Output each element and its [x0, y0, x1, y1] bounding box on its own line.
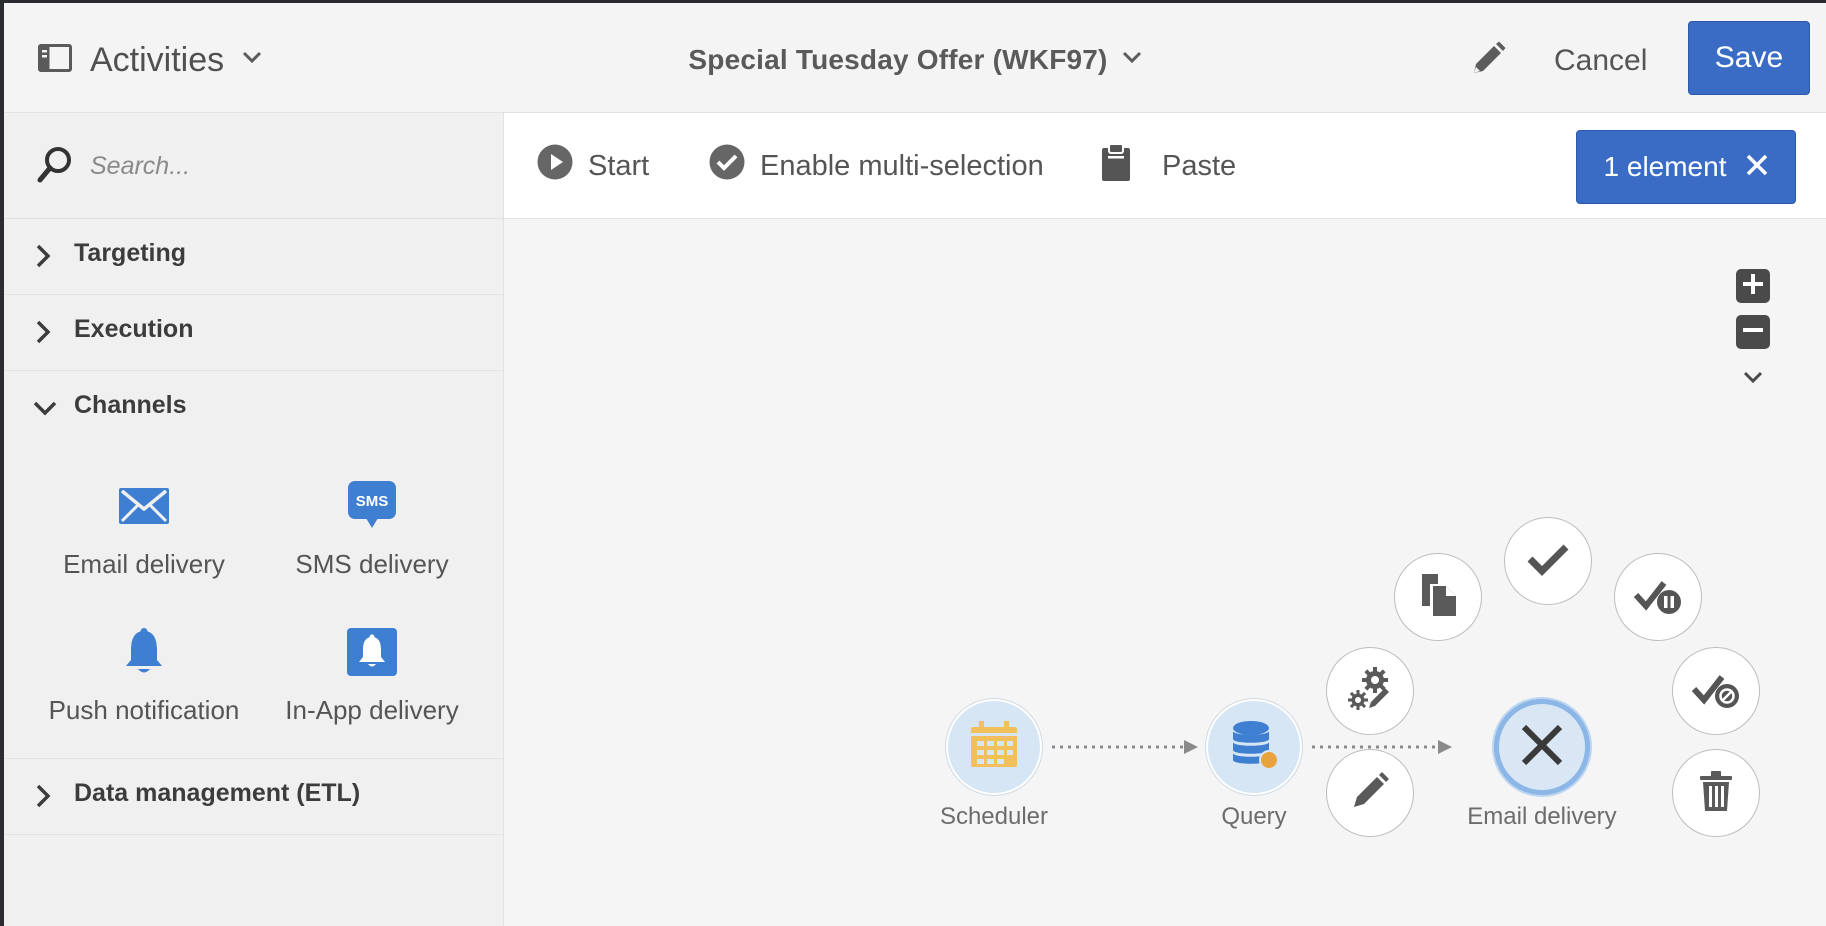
chevron-down-icon [32, 397, 58, 424]
copy-icon [1416, 572, 1460, 623]
chevron-right-icon [32, 319, 54, 350]
in-app-bell-icon [262, 623, 482, 681]
category-label: Execution [74, 315, 194, 343]
trash-icon [1698, 770, 1734, 817]
category-targeting[interactable]: Targeting [4, 219, 504, 295]
pencil-icon [1470, 41, 1506, 82]
start-label: Start [588, 149, 650, 182]
activity-label: SMS delivery [295, 549, 449, 579]
category-channels[interactable]: Channels [4, 371, 504, 441]
category-label: Targeting [74, 239, 187, 267]
disable-activity-button[interactable] [1672, 647, 1760, 735]
pencil-icon [1350, 771, 1390, 816]
app-frame: Activities Special Tuesday Offer (WKF97)… [4, 3, 1826, 926]
selection-count-button[interactable]: 1 element [1576, 130, 1796, 204]
selection-count-label: 1 element [1603, 151, 1727, 182]
workflow-title: Special Tuesday Offer (WKF97) [688, 44, 1108, 75]
bell-icon [34, 623, 254, 681]
settings-icon [1347, 666, 1393, 717]
chevron-right-icon [32, 243, 54, 274]
activity-push-notification[interactable]: Push notification [34, 623, 254, 753]
workflow-canvas[interactable]: Scheduler Query Email delivery [504, 219, 1826, 926]
activity-label: Push notification [48, 695, 240, 725]
canvas-toolbar: Start Enable multi-selection Paste 1 ele… [504, 113, 1826, 219]
copy-activity-button[interactable] [1394, 553, 1482, 641]
clipboard-icon [1098, 142, 1134, 190]
pause-activity-button[interactable] [1614, 553, 1702, 641]
channels-group: Email delivery SMS SMS delivery Push not… [4, 459, 504, 759]
save-button[interactable]: Save [1688, 21, 1810, 95]
search-bar [4, 113, 504, 219]
search-input[interactable] [88, 141, 472, 191]
node-scheduler[interactable] [946, 699, 1042, 795]
node-label: Scheduler [939, 803, 1049, 830]
activity-label: Email delivery [63, 549, 225, 579]
header-bar: Activities Special Tuesday Offer (WKF97)… [4, 3, 1826, 113]
delete-activity-button[interactable] [1672, 749, 1760, 837]
node-query[interactable] [1206, 699, 1302, 795]
paste-button[interactable]: Paste [1098, 141, 1236, 191]
paste-label: Paste [1162, 149, 1237, 182]
multi-selection-toggle[interactable]: Enable multi-selection [708, 141, 1044, 191]
search-icon [36, 145, 74, 190]
envelope-icon [34, 477, 254, 535]
close-icon [1520, 723, 1564, 772]
checkmark-circle-icon [708, 143, 746, 189]
activity-palette: Targeting Execution Channels [4, 113, 504, 926]
confirm-button[interactable] [1504, 517, 1592, 605]
activity-settings-button[interactable] [1326, 647, 1414, 735]
activity-in-app-delivery[interactable]: In-App delivery [262, 623, 482, 753]
database-icon [1229, 719, 1279, 776]
category-label: Channels [74, 391, 187, 419]
close-icon [1746, 151, 1768, 183]
edit-properties-button[interactable] [1462, 35, 1514, 87]
start-button[interactable]: Start [536, 141, 649, 191]
category-label: Data management (ETL) [74, 779, 361, 807]
play-icon [536, 143, 574, 189]
chevron-right-icon [32, 783, 54, 814]
edit-activity-button[interactable] [1326, 749, 1414, 837]
sms-icon: SMS [262, 477, 482, 535]
category-data-management[interactable]: Data management (ETL) [4, 759, 504, 835]
cancel-button[interactable]: Cancel [1534, 31, 1667, 91]
pause-icon [1633, 575, 1682, 620]
disable-icon [1691, 669, 1740, 714]
category-execution[interactable]: Execution [4, 295, 504, 371]
node-label: Email delivery [1467, 803, 1617, 830]
calendar-icon [969, 720, 1019, 774]
sms-icon-text: SMS [356, 493, 389, 510]
activity-email-delivery[interactable]: Email delivery [34, 477, 254, 607]
node-email-delivery[interactable] [1494, 699, 1590, 795]
chevron-down-icon [1122, 51, 1142, 70]
multiselect-label: Enable multi-selection [760, 149, 1044, 182]
activity-label: In-App delivery [285, 695, 459, 725]
checkmark-icon [1526, 541, 1570, 582]
activity-sms-delivery[interactable]: SMS SMS delivery [262, 477, 482, 607]
